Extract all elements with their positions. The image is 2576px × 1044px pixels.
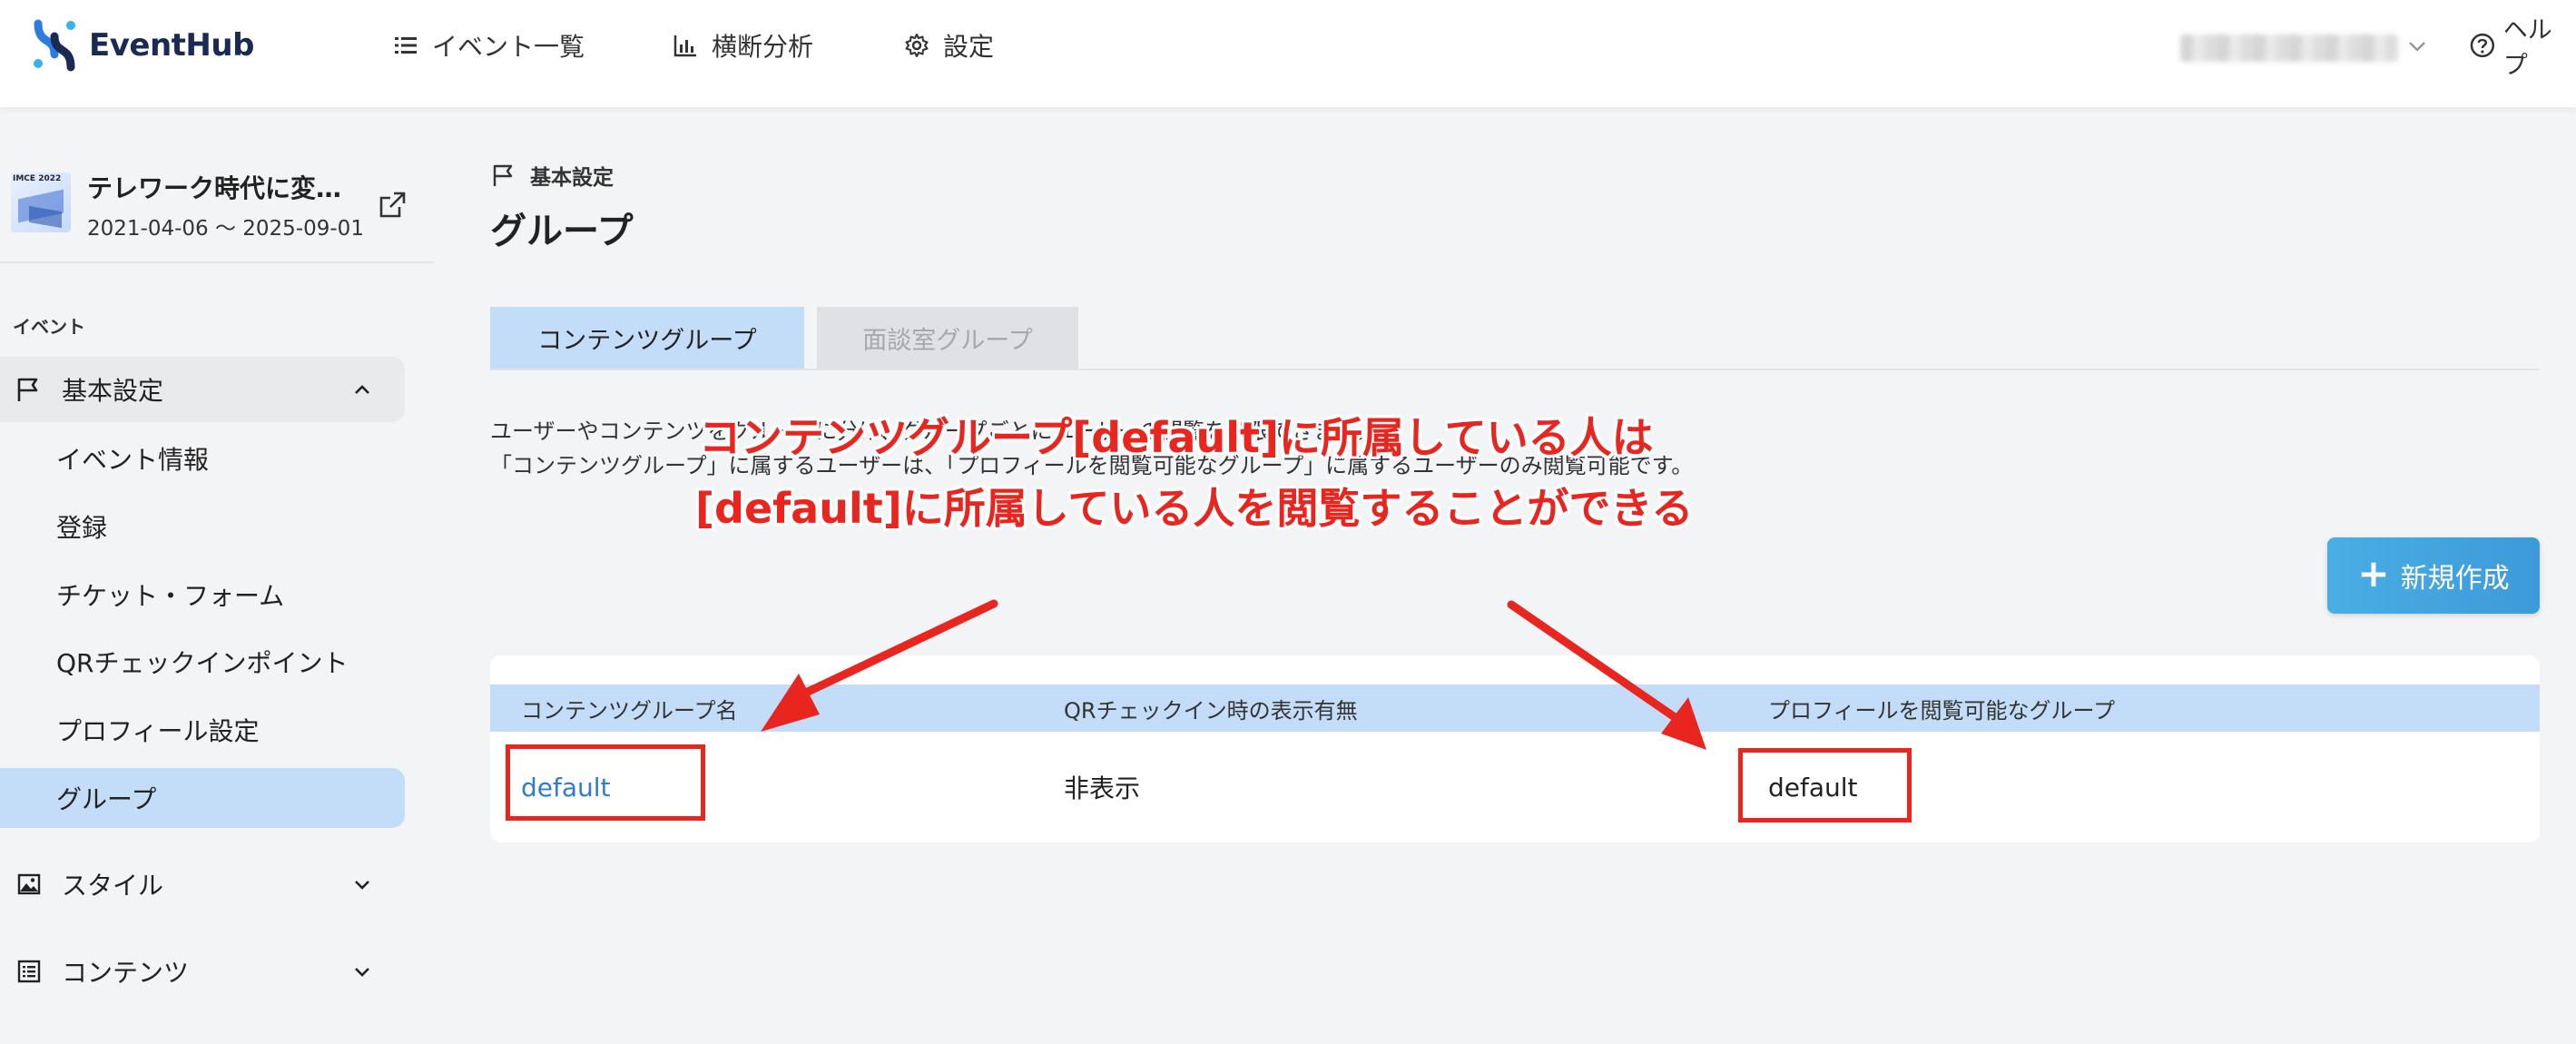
highlight-box-group-name: [506, 744, 705, 821]
page-title: グループ: [490, 211, 634, 252]
sidebar-item-registration[interactable]: 登録: [0, 497, 405, 556]
column-header: プロフィールを閲覧可能なグループ: [1768, 697, 2116, 724]
qr-display-cell: 非表示: [1064, 773, 1141, 803]
sidebar-group-style[interactable]: スタイル: [0, 852, 405, 917]
sidebar: IMCE 2022 テレワーク時代に変… 2021-04-06 〜 2025-0…: [0, 107, 434, 1044]
create-new-label: 新規作成: [2400, 563, 2510, 595]
sidebar-section-label: イベント: [13, 316, 85, 338]
event-dates: 2021-04-06 〜 2025-09-01: [87, 217, 364, 241]
column-header: QRチェックイン時の表示有無: [1064, 697, 1358, 724]
top-header: EventHub イベント一覧 横断分析 設定 ヘルプ: [0, 0, 2576, 107]
nav-settings[interactable]: 設定: [903, 25, 994, 65]
event-thumbnail: IMCE 2022: [11, 172, 71, 232]
sidebar-group-label: コンテンツ: [62, 958, 190, 988]
sidebar-group-contents[interactable]: コンテンツ: [0, 939, 405, 1004]
current-event-card: IMCE 2022 テレワーク時代に変… 2021-04-06 〜 2025-0…: [11, 154, 428, 245]
sidebar-item-ticket-form[interactable]: チケット・フォーム: [0, 565, 405, 625]
table-row: default 非表示 default: [490, 732, 2540, 842]
list-box-icon: [17, 960, 41, 983]
table-header: コンテンツグループ名 QRチェックイン時の表示有無 プロフィールを閲覧可能なグル…: [490, 685, 2540, 732]
groups-table: コンテンツグループ名 QRチェックイン時の表示有無 プロフィールを閲覧可能なグル…: [490, 655, 2540, 842]
group-tabs: コンテンツグループ 面談室グループ: [490, 307, 2540, 370]
flag-icon: [493, 164, 513, 186]
sidebar-divider: [0, 261, 434, 263]
sidebar-item-qr-checkin[interactable]: QRチェックインポイント: [0, 632, 405, 692]
sidebar-item-event-info[interactable]: イベント情報: [0, 428, 405, 488]
brand-logo[interactable]: EventHub: [31, 18, 254, 73]
list-icon: [395, 37, 417, 54]
breadcrumb-label: 基本設定: [530, 166, 614, 190]
help-link[interactable]: ヘルプ: [2469, 16, 2576, 80]
nav-cross-analysis[interactable]: 横断分析: [672, 25, 813, 65]
chevron-down-icon: [355, 881, 369, 890]
tab-content-group[interactable]: コンテンツグループ: [490, 307, 804, 369]
chevron-down-icon: [355, 968, 369, 977]
annotation-line-1: コンテンツグループ[default]に所属している人は: [699, 413, 1654, 462]
flag-icon: [17, 378, 38, 401]
plus-icon: +: [2357, 551, 2390, 596]
gear-icon: [905, 34, 929, 57]
bar-chart-icon: [673, 35, 696, 57]
sidebar-group-label: スタイル: [62, 871, 164, 901]
chevron-up-icon: [355, 385, 369, 394]
breadcrumb: 基本設定: [490, 160, 614, 191]
nav-label: 設定: [943, 32, 995, 62]
tab-meeting-room-group[interactable]: 面談室グループ: [817, 307, 1078, 369]
brand-name: EventHub: [89, 27, 254, 64]
thumb-caption: IMCE 2022: [13, 174, 62, 183]
nav-label: イベント一覧: [432, 32, 585, 62]
nav-event-list[interactable]: イベント一覧: [392, 25, 585, 65]
create-new-button[interactable]: + 新規作成: [2327, 537, 2540, 614]
column-header: コンテンツグループ名: [521, 697, 738, 724]
user-name-redacted[interactable]: [2180, 34, 2398, 62]
chevron-down-icon[interactable]: [2404, 33, 2431, 60]
sidebar-group-label: 基本設定: [62, 376, 164, 406]
sidebar-item-groups[interactable]: グループ: [0, 768, 405, 828]
event-title: テレワーク時代に変…: [87, 173, 342, 203]
image-icon: [17, 873, 41, 895]
annotation-line-2: [default]に所属している人を閲覧することができる: [695, 484, 1694, 533]
highlight-box-viewable-group: [1738, 748, 1912, 822]
nav-label: 横断分析: [712, 32, 814, 62]
sidebar-group-basic-settings[interactable]: 基本設定: [0, 357, 405, 422]
help-label: ヘルプ: [2502, 16, 2552, 80]
question-circle-icon: [2470, 33, 2494, 58]
sidebar-item-profile-settings[interactable]: プロフィール設定: [0, 700, 405, 760]
external-link-icon[interactable]: [376, 189, 408, 222]
eventhub-logo-icon: [34, 19, 75, 72]
